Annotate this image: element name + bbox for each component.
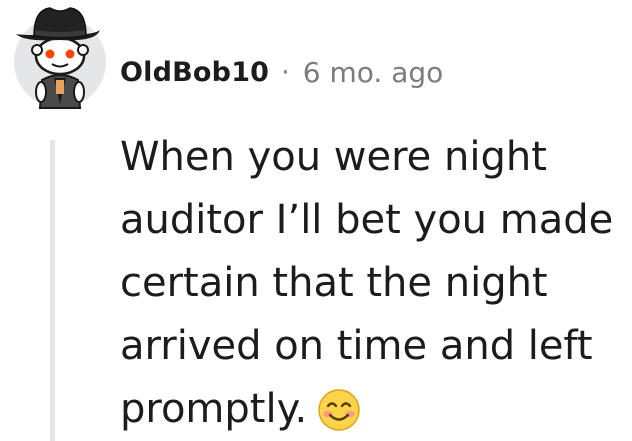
comment-meta: OldBob10 · 6 mo. ago [120,52,443,92]
comment-timestamp[interactable]: 6 mo. ago [303,56,444,89]
snoo-cowboy-hat-avatar-icon [14,7,106,109]
author-name[interactable]: OldBob10 [120,57,269,88]
avatar[interactable] [4,0,108,112]
meta-separator: · [281,56,290,88]
smiling-face-with-smiling-eyes-icon [317,388,361,432]
comment: OldBob10 · 6 mo. ago When you were night… [0,0,632,441]
comment-body-text: When you were night auditor I’ll bet you… [120,134,614,432]
comment-body: When you were night auditor I’ll bet you… [120,126,625,441]
thread-collapse-line[interactable] [50,140,55,441]
